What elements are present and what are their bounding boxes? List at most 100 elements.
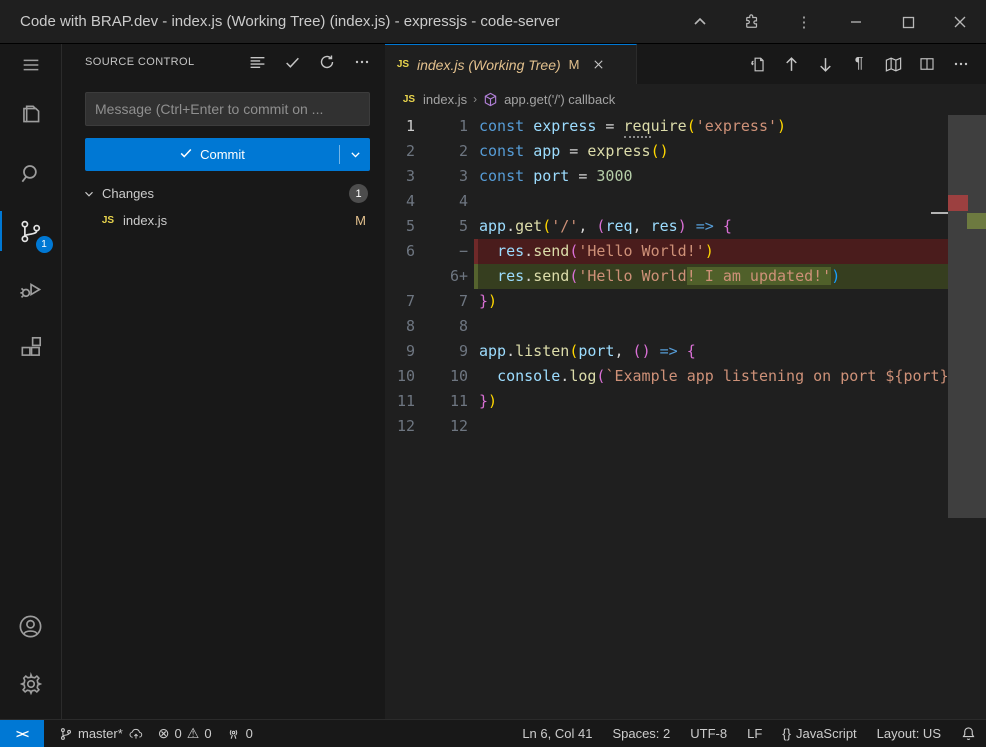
commit-message-input[interactable] <box>85 92 370 126</box>
eol-item[interactable]: LF <box>737 726 772 741</box>
branch-name: master* <box>78 726 123 741</box>
browser-menu-kebab-icon[interactable]: ⋮ <box>778 0 830 44</box>
original-line-number: 9 <box>385 339 415 364</box>
settings-gear-icon[interactable] <box>0 655 62 713</box>
cloud-upload-icon <box>128 726 144 742</box>
error-count: 0 <box>175 726 182 741</box>
code-line[interactable]: 22const app = express() <box>385 139 986 164</box>
ports-status-item[interactable]: 0 <box>219 720 260 747</box>
changed-file-name: index.js <box>123 213 167 228</box>
original-line-number: 3 <box>385 164 415 189</box>
map-icon[interactable] <box>882 53 904 75</box>
indentation-item[interactable]: Spaces: 2 <box>602 726 680 741</box>
code-line-content: const app = express() <box>474 139 948 164</box>
modified-line-number: 4 <box>415 189 468 214</box>
extensions-icon[interactable] <box>0 318 62 376</box>
original-line-number: 11 <box>385 389 415 414</box>
code-line-content <box>474 314 948 339</box>
encoding-item[interactable]: UTF-8 <box>680 726 737 741</box>
overview-added-marker <box>967 213 986 229</box>
modified-line-number: 5 <box>415 214 468 239</box>
code-line[interactable]: 33const port = 3000 <box>385 164 986 189</box>
tab-label: index.js (Working Tree) <box>417 57 561 73</box>
split-editor-icon[interactable] <box>916 53 938 75</box>
code-line[interactable]: 1010 console.log(`Example app listening … <box>385 364 986 389</box>
modified-line-number: 3 <box>415 164 468 189</box>
original-line-number: 2 <box>385 139 415 164</box>
branch-status-item[interactable]: master* <box>52 720 151 747</box>
code-server-window: Code with BRAP.dev - index.js (Working T… <box>0 0 986 747</box>
overview-cursor-marker <box>931 212 948 214</box>
modified-line-number: 9 <box>415 339 468 364</box>
maximize-button[interactable] <box>882 0 934 44</box>
original-line-number: 8 <box>385 314 415 339</box>
javascript-file-icon: JS <box>395 59 411 70</box>
titlebar-controls: ⋮ <box>674 0 986 44</box>
cursor-position-item[interactable]: Ln 6, Col 41 <box>512 726 602 741</box>
code-line[interactable]: 44 <box>385 189 986 214</box>
code-line[interactable]: 77}) <box>385 289 986 314</box>
changed-file-row[interactable]: JS index.js M <box>62 208 385 233</box>
previous-change-arrow-up-icon[interactable] <box>780 53 802 75</box>
changes-count-badge: 1 <box>349 184 368 203</box>
modified-line-number: 12 <box>415 414 468 439</box>
menu-hamburger-icon[interactable] <box>0 44 62 86</box>
close-tab-icon[interactable] <box>592 58 605 71</box>
changes-section-header[interactable]: Changes 1 <box>62 181 385 206</box>
open-file-icon[interactable] <box>746 53 768 75</box>
breadcrumb-symbol[interactable]: app.get('/') callback <box>504 92 615 107</box>
check-icon <box>179 146 193 163</box>
scrollbar-slider[interactable] <box>948 115 986 518</box>
diff-editor-code-area[interactable]: 11const express = require('express')22co… <box>385 114 986 719</box>
view-as-tree-icon[interactable] <box>248 53 266 71</box>
original-line-number <box>385 264 415 289</box>
problems-status-item[interactable]: ⊗ 0 ⚠ 0 <box>151 720 219 747</box>
explorer-icon[interactable] <box>0 86 62 144</box>
code-line-content: }) <box>474 289 948 314</box>
code-line[interactable]: 1212 <box>385 414 986 439</box>
code-line-content: console.log(`Example app listening on po… <box>474 364 948 389</box>
code-line-content: }) <box>474 389 948 414</box>
code-line[interactable]: 88 <box>385 314 986 339</box>
next-change-arrow-down-icon[interactable] <box>814 53 836 75</box>
tab-index-js-working-tree[interactable]: JS index.js (Working Tree) M <box>385 44 637 84</box>
tab-modified-indicator: M <box>569 57 580 72</box>
window-title: Code with BRAP.dev - index.js (Working T… <box>20 13 560 30</box>
language-mode-item[interactable]: {} JavaScript <box>772 726 866 741</box>
code-line[interactable]: 11const express = require('express') <box>385 114 986 139</box>
run-debug-icon[interactable] <box>0 260 62 318</box>
git-branch-icon <box>59 727 73 741</box>
account-icon[interactable] <box>0 597 62 655</box>
commit-check-icon[interactable] <box>283 53 301 71</box>
search-icon[interactable] <box>0 144 62 202</box>
more-actions-icon[interactable] <box>950 53 972 75</box>
code-line[interactable]: 99app.listen(port, () => { <box>385 339 986 364</box>
braces-icon: {} <box>782 726 791 741</box>
language-label: JavaScript <box>796 726 857 741</box>
chevron-down-icon <box>82 187 96 201</box>
breadcrumb-file[interactable]: index.js <box>423 92 467 107</box>
refresh-icon[interactable] <box>318 53 336 71</box>
commit-button[interactable]: Commit <box>85 138 370 171</box>
source-control-icon[interactable]: 1 <box>0 202 62 260</box>
minimize-button[interactable] <box>830 0 882 44</box>
browser-extensions-icon[interactable] <box>726 0 778 44</box>
whitespace-pilcrow-icon[interactable]: ¶ <box>848 53 870 75</box>
symbol-cube-icon <box>483 92 498 107</box>
code-line[interactable]: 55app.get('/', (req, res) => { <box>385 214 986 239</box>
code-line[interactable]: 1111}) <box>385 389 986 414</box>
commit-dropdown-button[interactable] <box>340 138 370 171</box>
notifications-bell-icon[interactable] <box>951 726 986 741</box>
radio-tower-icon <box>226 726 241 741</box>
code-line[interactable]: 6+ res.send('Hello World! I am updated!'… <box>385 264 986 289</box>
more-actions-icon[interactable] <box>353 53 371 71</box>
status-bar: >< master* ⊗ 0 ⚠ 0 0 Ln 6, Col 41 Space <box>0 719 986 747</box>
close-window-button[interactable] <box>934 0 986 44</box>
remote-indicator[interactable]: >< <box>0 720 44 747</box>
hide-toolbar-chevron-icon[interactable] <box>674 0 726 44</box>
modified-line-number: 8 <box>415 314 468 339</box>
panel-title: SOURCE CONTROL <box>85 56 195 68</box>
code-line[interactable]: 6− res.send('Hello World!') <box>385 239 986 264</box>
keyboard-layout-item[interactable]: Layout: US <box>867 726 951 741</box>
activity-bar: 1 <box>0 44 62 719</box>
